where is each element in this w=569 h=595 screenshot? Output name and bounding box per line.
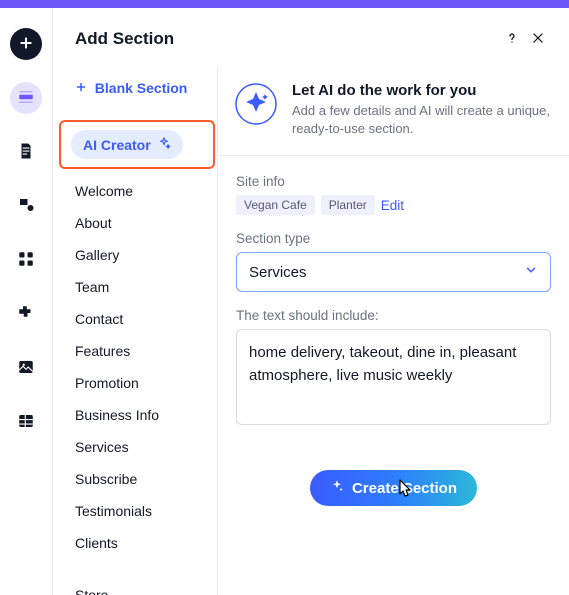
sidebar-item-welcome[interactable]: Welcome [53, 175, 217, 207]
blank-section-link[interactable]: Blank Section [53, 72, 217, 114]
list-item: Team [75, 279, 109, 295]
close-icon [531, 31, 545, 48]
puzzle-icon [17, 304, 35, 325]
ai-creator-highlight: AI Creator [59, 120, 215, 169]
plus-icon [75, 81, 87, 93]
ai-creator-button[interactable]: AI Creator [71, 130, 183, 159]
section-type-select[interactable]: Services [236, 252, 551, 292]
list-item: Promotion [75, 375, 139, 391]
list-item: Features [75, 343, 130, 359]
sidebar-item-about[interactable]: About [53, 207, 217, 239]
include-text-input[interactable] [236, 329, 551, 425]
ai-creator-label: AI Creator [83, 137, 151, 153]
list-item: Clients [75, 535, 118, 551]
sidebar-item-gallery[interactable]: Gallery [53, 239, 217, 271]
close-button[interactable] [525, 26, 551, 52]
icon-rail [0, 8, 52, 595]
sidebar-item-testimonials[interactable]: Testimonials [53, 495, 217, 527]
section-type-list: Blank Section AI Creator Welcome About G… [53, 66, 218, 595]
apps-icon [17, 250, 35, 271]
table-icon [17, 412, 35, 433]
site-tag: Planter [321, 195, 375, 215]
list-item: Store [75, 587, 108, 595]
list-item: Subscribe [75, 471, 137, 487]
create-section-button[interactable]: Create Section [310, 470, 477, 506]
design-icon [17, 196, 35, 217]
rail-data-button[interactable] [10, 406, 42, 438]
list-item: Welcome [75, 183, 133, 199]
list-item: About [75, 215, 112, 231]
page-title: Add Section [75, 29, 499, 49]
sidebar-item-subscribe[interactable]: Subscribe [53, 463, 217, 495]
section-type-label: Section type [236, 231, 551, 246]
list-item: Testimonials [75, 503, 152, 519]
sidebar-item-contact[interactable]: Contact [53, 303, 217, 335]
section-icon [17, 88, 35, 109]
help-button[interactable] [499, 26, 525, 52]
sparkle-icon [330, 479, 344, 497]
help-icon [504, 30, 520, 49]
chevron-down-icon [524, 263, 538, 281]
create-section-label: Create Section [352, 480, 457, 497]
sidebar-item-services[interactable]: Services [53, 431, 217, 463]
rail-sections-button[interactable] [10, 82, 42, 114]
section-type-block: Section type Services [236, 231, 551, 292]
sidebar-item-team[interactable]: Team [53, 271, 217, 303]
blank-section-label: Blank Section [95, 80, 188, 96]
rail-apps-button[interactable] [10, 244, 42, 276]
rail-addons-button[interactable] [10, 298, 42, 330]
include-text-label: The text should include: [236, 308, 551, 323]
include-text-block: The text should include: [236, 308, 551, 428]
site-tag: Vegan Cafe [236, 195, 315, 215]
sparkle-badge-icon [234, 82, 278, 126]
site-info-block: Site info Vegan Cafe Planter Edit [236, 174, 551, 215]
promo-subtitle: Add a few details and AI will create a u… [292, 102, 551, 137]
sidebar-item-clients[interactable]: Clients [53, 527, 217, 559]
ai-promo: Let AI do the work for you Add a few det… [218, 66, 569, 156]
rail-pages-button[interactable] [10, 136, 42, 168]
rail-design-button[interactable] [10, 190, 42, 222]
add-section-panel: Add Section Blank Section [52, 8, 569, 595]
panel-header: Add Section [53, 8, 569, 66]
promo-title: Let AI do the work for you [292, 82, 551, 99]
sidebar-item-business-info[interactable]: Business Info [53, 399, 217, 431]
edit-site-info-link[interactable]: Edit [381, 198, 404, 213]
sidebar-item-features[interactable]: Features [53, 335, 217, 367]
sidebar-item-store[interactable]: Store [53, 579, 217, 595]
rail-add-button[interactable] [10, 28, 42, 60]
ai-form-area: Let AI do the work for you Add a few det… [218, 66, 569, 595]
rail-media-button[interactable] [10, 352, 42, 384]
image-icon [17, 358, 35, 379]
list-item: Business Info [75, 407, 159, 423]
sparkle-icon [157, 136, 171, 153]
plus-icon [18, 35, 34, 54]
sidebar-item-promotion[interactable]: Promotion [53, 367, 217, 399]
window-topbar [0, 0, 569, 8]
list-item: Services [75, 439, 129, 455]
section-type-value: Services [249, 264, 307, 281]
site-info-label: Site info [236, 174, 551, 189]
list-item: Gallery [75, 247, 119, 263]
page-icon [17, 142, 35, 163]
list-item: Contact [75, 311, 123, 327]
